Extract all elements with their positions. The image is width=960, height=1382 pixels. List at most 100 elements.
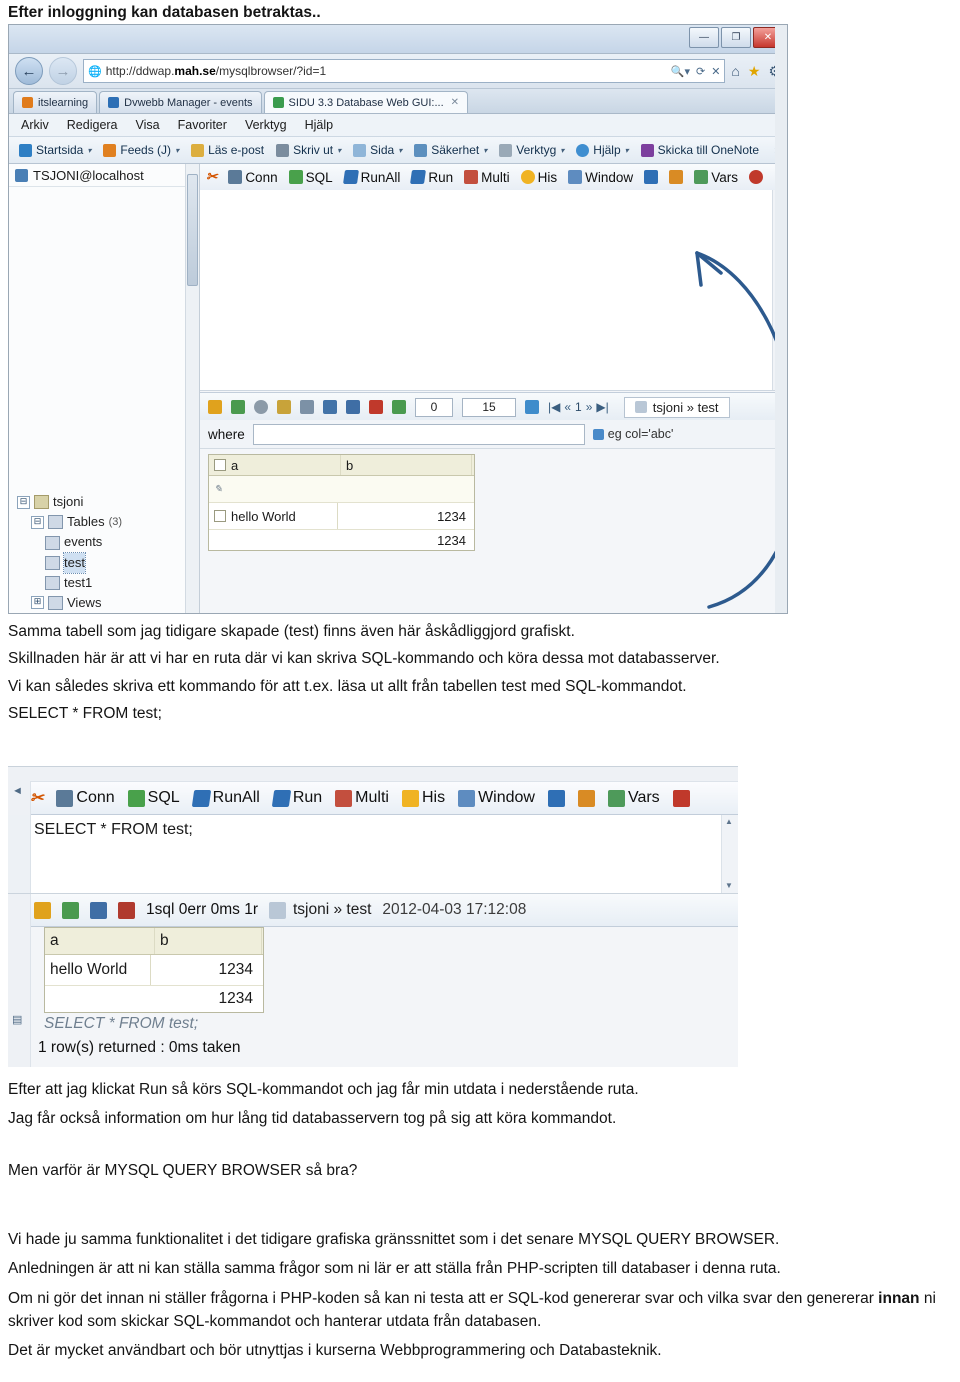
menu-favoriter[interactable]: Favoriter xyxy=(178,118,227,132)
menu-verktyg[interactable]: Verktyg xyxy=(245,118,287,132)
cmd-skriv-ut[interactable]: Skriv ut ▾ xyxy=(276,143,341,157)
toolbar-runall-button[interactable]: RunAll xyxy=(342,170,400,185)
add-icon[interactable] xyxy=(392,400,406,414)
cmd-skicka-till-onenote[interactable]: Skicka till OneNote xyxy=(640,143,759,157)
cmd-sida[interactable]: Sida ▾ xyxy=(353,143,402,157)
table-row[interactable]: hello World 1234 xyxy=(209,503,474,530)
menu-hjalp[interactable]: Hjälp xyxy=(305,118,334,132)
chart-col-icon[interactable] xyxy=(118,901,135,919)
menu-redigera[interactable]: Redigera xyxy=(67,118,118,132)
toolbar-his-button[interactable]: His xyxy=(520,170,557,185)
toolbar-runall-button[interactable]: RunAll xyxy=(191,789,260,807)
save-icon[interactable] xyxy=(346,400,360,414)
cmd-startsida[interactable]: Startsida ▾ xyxy=(19,143,91,157)
sql-editor-area[interactable]: ▲ ▼ xyxy=(200,190,787,391)
url-input[interactable]: 🌐 http://ddwap.mah.se/mysqlbrowser/?id=1… xyxy=(83,59,726,83)
grid-cell-b[interactable]: 1234 xyxy=(338,503,474,529)
cmd-feeds[interactable]: Feeds (J) ▾ xyxy=(103,143,179,157)
table-row[interactable]: hello World 1234 xyxy=(45,955,263,986)
panel-toggle-icon[interactable]: ▤ xyxy=(12,1013,22,1026)
tree-node-test1[interactable]: test1 xyxy=(17,573,122,593)
toolbar-left-button[interactable] xyxy=(644,170,659,184)
toolbar-vars-button[interactable]: Vars xyxy=(694,170,738,185)
toolbar-window-button[interactable]: Window xyxy=(568,170,633,185)
tree-node-tsjoni[interactable]: ⊟ tsjoni xyxy=(17,492,122,512)
tab-close-icon[interactable]: ✕ xyxy=(451,97,459,108)
left-panel-scrollbar[interactable] xyxy=(185,164,199,613)
cmd-verktyg[interactable]: Verktyg ▾ xyxy=(499,143,564,157)
toolbar-pin-button[interactable] xyxy=(669,170,684,184)
toolbar-run-button[interactable]: Run xyxy=(271,789,322,807)
toolbar-sql-button[interactable]: SQL xyxy=(288,170,333,185)
cmd-hjalp[interactable]: Hjälp ▾ xyxy=(576,143,629,157)
expander-icon[interactable]: ⊞ xyxy=(31,596,44,610)
scroll-up-icon[interactable]: ▲ xyxy=(724,817,734,827)
grid-cell-a[interactable]: hello World xyxy=(209,503,339,529)
select-all-checkbox[interactable] xyxy=(214,459,226,471)
toolbar-pin-button[interactable] xyxy=(577,789,595,807)
collapse-up-icon[interactable]: ◄ xyxy=(12,785,23,797)
toolbar-cut-button[interactable]: ✂ xyxy=(30,788,43,808)
expander-icon[interactable]: ⊟ xyxy=(31,515,44,529)
editor-scrollbar-2[interactable]: ▲ ▼ xyxy=(721,815,738,893)
tab-itslearning[interactable]: itslearning xyxy=(13,91,98,113)
delete-icon[interactable] xyxy=(369,400,383,414)
eye-icon[interactable] xyxy=(300,400,314,414)
toolbar-conn-button[interactable]: Conn xyxy=(228,170,278,185)
tree-node-events[interactable]: events xyxy=(17,532,122,552)
chart-bar-icon[interactable] xyxy=(90,901,107,919)
grid-cell-b[interactable]: 1234 xyxy=(338,530,474,550)
toolbar-stop-button[interactable] xyxy=(672,789,690,807)
grid-cell-b[interactable]: 1234 xyxy=(151,955,263,985)
forward-button[interactable]: → xyxy=(49,57,77,85)
grid-cell-edit[interactable]: ✎ xyxy=(209,476,341,502)
toolbar-left-button[interactable] xyxy=(547,789,565,807)
back-button[interactable]: ← xyxy=(15,57,43,85)
tree-node-test[interactable]: test xyxy=(17,551,122,574)
download-icon[interactable] xyxy=(208,400,222,414)
toolbar-cut-button[interactable]: ✂ xyxy=(206,169,217,185)
toolbar-his-button[interactable]: His xyxy=(401,789,445,807)
cmd-las-epost[interactable]: Läs e-post xyxy=(191,143,264,157)
home-icon[interactable]: ⌂ xyxy=(731,63,739,79)
favorites-star-icon[interactable]: ★ xyxy=(748,63,761,80)
maximize-button[interactable]: ❐ xyxy=(721,27,751,48)
tree-node-tables[interactable]: ⊟ Tables (3) xyxy=(17,512,122,532)
cmd-sakerhet[interactable]: Säkerhet ▾ xyxy=(414,143,487,157)
offset-input[interactable]: 0 xyxy=(415,397,453,417)
page-last-icon[interactable]: ▶| xyxy=(596,400,608,414)
toolbar-vars-button[interactable]: Vars xyxy=(607,789,660,807)
pagination[interactable]: |◀ « 1 » ▶| xyxy=(548,400,609,414)
toolbar-stop-button[interactable] xyxy=(748,170,763,184)
page-prev-icon[interactable]: « xyxy=(564,400,571,414)
expander-icon[interactable]: ⊟ xyxy=(17,495,30,509)
gear-icon[interactable] xyxy=(254,400,268,414)
table-row[interactable]: ✎ xyxy=(209,476,474,503)
stop-icon[interactable]: ✕ xyxy=(711,65,720,78)
toolbar-sql-button[interactable]: SQL xyxy=(127,789,180,807)
scrollbar-thumb[interactable] xyxy=(187,174,198,286)
grid-cell-b[interactable]: 1234 xyxy=(151,986,263,1012)
page-next-icon[interactable]: » xyxy=(586,400,593,414)
search-caret-icon[interactable]: 🔍▾ xyxy=(671,65,690,78)
table-row[interactable]: 1234 xyxy=(45,986,263,1012)
grid-icon[interactable] xyxy=(323,400,337,414)
page-first-icon[interactable]: |◀ xyxy=(548,400,560,414)
toolbar-window-button[interactable]: Window xyxy=(458,789,535,807)
toolbar-multi-button[interactable]: Multi xyxy=(335,789,389,807)
tab-sidu-database-web-gui[interactable]: SIDU 3.3 Database Web GUI:... ✕ xyxy=(263,91,469,113)
minimize-button[interactable]: — xyxy=(689,27,719,48)
where-input[interactable] xyxy=(252,423,585,445)
row-checkbox[interactable] xyxy=(214,510,226,522)
menu-visa[interactable]: Visa xyxy=(136,118,160,132)
sql-editor-area-2[interactable]: SELECT * FROM test; ▲ ▼ xyxy=(8,815,738,894)
limit-input[interactable]: 15 xyxy=(462,397,516,417)
toolbar-run-button[interactable]: Run xyxy=(410,170,453,185)
tree-node-views[interactable]: ⊞ Views xyxy=(17,593,122,613)
menu-arkiv[interactable]: Arkiv xyxy=(21,118,49,132)
upload-icon[interactable] xyxy=(62,901,79,919)
scroll-down-icon[interactable]: ▼ xyxy=(724,881,734,891)
edit-pencil-icon[interactable]: ✎ xyxy=(214,484,222,495)
sql-editor-text[interactable]: SELECT * FROM test; xyxy=(34,821,193,839)
toolbar-multi-button[interactable]: Multi xyxy=(464,170,510,185)
